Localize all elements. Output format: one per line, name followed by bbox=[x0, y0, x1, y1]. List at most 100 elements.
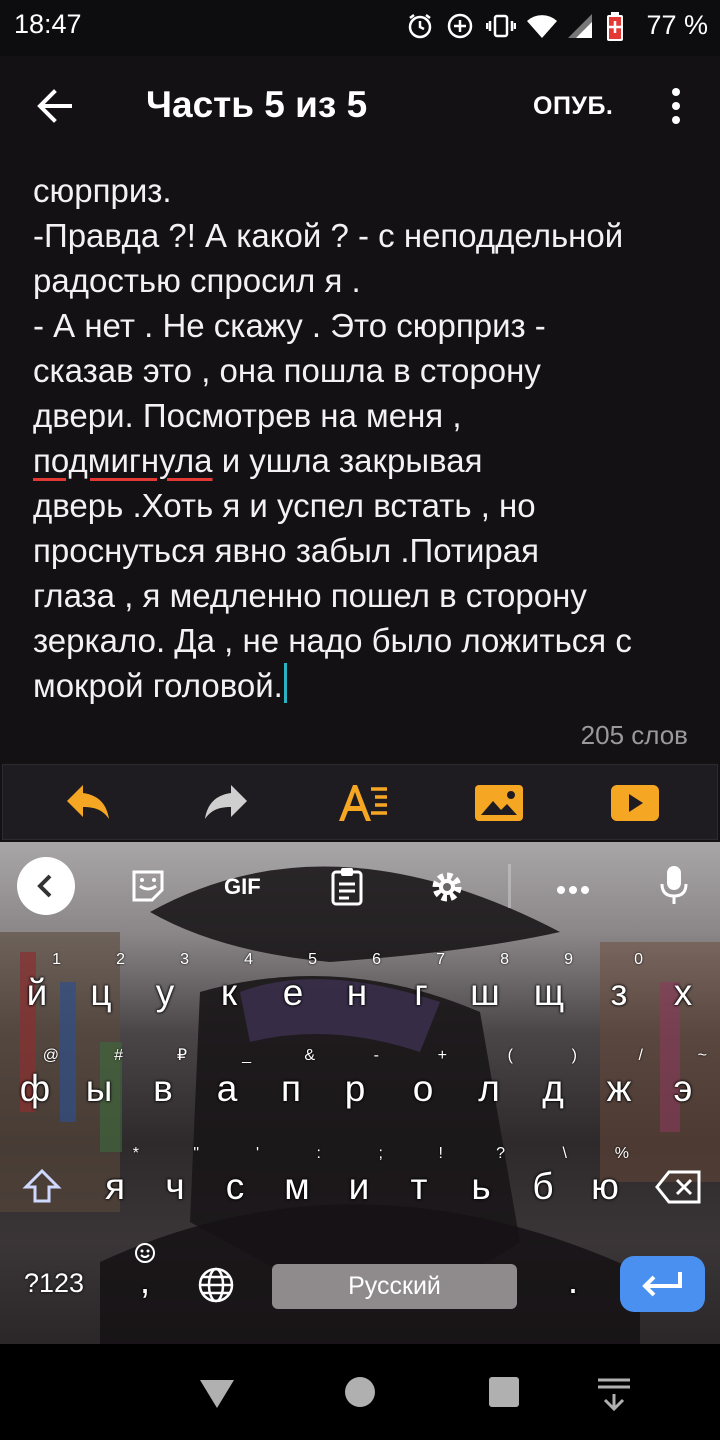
key-hint: ( bbox=[507, 1047, 513, 1064]
gif-button[interactable]: GIF bbox=[224, 874, 270, 934]
key[interactable]: ь? bbox=[449, 1145, 513, 1222]
key[interactable]: н6 bbox=[325, 951, 389, 1028]
voice-input-button[interactable] bbox=[660, 864, 688, 924]
key[interactable]: з0 bbox=[587, 951, 651, 1028]
key[interactable]: д) bbox=[521, 1047, 585, 1124]
language-key[interactable] bbox=[184, 1250, 248, 1320]
key-label: з bbox=[610, 972, 628, 1013]
key[interactable]: ю% bbox=[573, 1145, 637, 1222]
key-label: ш bbox=[470, 972, 500, 1013]
key[interactable]: у3 bbox=[133, 951, 197, 1028]
key-label: д bbox=[542, 1068, 564, 1109]
key-hint: ) bbox=[571, 1047, 577, 1064]
key-hint: ₽ bbox=[176, 1047, 187, 1064]
key[interactable]: э ~ bbox=[651, 1047, 715, 1124]
key[interactable]: щ9 bbox=[517, 951, 581, 1028]
key[interactable]: к4 bbox=[197, 951, 261, 1028]
insert-video-button[interactable] bbox=[609, 781, 661, 825]
shift-icon bbox=[22, 1168, 62, 1203]
status-time: 18:47 bbox=[14, 9, 82, 39]
key[interactable]: й1 bbox=[5, 951, 69, 1028]
key[interactable]: с ' bbox=[203, 1145, 267, 1222]
key[interactable]: г7 bbox=[389, 951, 453, 1028]
enter-key[interactable] bbox=[620, 1256, 705, 1312]
key-hint: - bbox=[373, 1047, 379, 1064]
keyboard-settings-button[interactable] bbox=[428, 868, 466, 928]
wifi-icon bbox=[526, 12, 558, 40]
key-label: а bbox=[216, 1068, 238, 1109]
undo-button[interactable] bbox=[65, 781, 113, 825]
key-hint: 7 bbox=[436, 951, 445, 968]
key-hint: ~ bbox=[697, 1047, 707, 1064]
key[interactable]: ы # bbox=[67, 1047, 131, 1124]
key-label: н bbox=[346, 972, 368, 1013]
key-hint: @ bbox=[42, 1047, 59, 1064]
period-key[interactable]: . bbox=[541, 1246, 605, 1316]
alarm-icon bbox=[406, 12, 434, 40]
redo-icon bbox=[205, 785, 247, 819]
chapter-text-editor[interactable]: ....... сюрприз. -Правда ?! А какой ? - … bbox=[0, 152, 720, 762]
key-label: п bbox=[280, 1068, 302, 1109]
key[interactable]: а _ bbox=[195, 1047, 259, 1124]
keyboard-row-1: й1 ц2 у3 к4 е5 н6 г7 ш8 щ9 з0 х bbox=[0, 951, 720, 1038]
more-button[interactable] bbox=[556, 882, 590, 942]
sticker-button[interactable] bbox=[130, 868, 166, 928]
hide-keyboard-icon[interactable] bbox=[598, 1378, 630, 1412]
dot bbox=[672, 116, 680, 124]
key-label: ц bbox=[90, 972, 112, 1013]
key[interactable]: я * bbox=[83, 1145, 147, 1222]
settings-icon bbox=[432, 872, 462, 902]
back-button[interactable] bbox=[30, 82, 82, 130]
keyboard-back-button[interactable] bbox=[16, 856, 76, 916]
text-line: проснуться явно забыл .Потирая bbox=[33, 532, 539, 569]
space-key[interactable]: Русский bbox=[272, 1264, 517, 1309]
back-icon bbox=[17, 857, 75, 915]
key-label: . bbox=[567, 1260, 579, 1301]
dot bbox=[672, 88, 680, 96]
key[interactable]: л( bbox=[457, 1047, 521, 1124]
text-format-button[interactable] bbox=[337, 781, 387, 825]
home-icon[interactable] bbox=[345, 1377, 375, 1407]
key-label: б bbox=[532, 1166, 554, 1207]
key[interactable]: ш8 bbox=[453, 951, 517, 1028]
key[interactable]: и; bbox=[327, 1145, 391, 1222]
key[interactable]: т! bbox=[387, 1145, 451, 1222]
key[interactable]: ж / bbox=[587, 1047, 651, 1124]
key[interactable]: о + bbox=[391, 1047, 455, 1124]
key-label: л bbox=[478, 1068, 500, 1109]
page-title: Часть 5 из 5 bbox=[146, 84, 368, 125]
key[interactable]: ц2 bbox=[69, 951, 133, 1028]
backspace-key[interactable] bbox=[646, 1152, 710, 1222]
text-line: дверь .Хоть я и успел встать , но bbox=[33, 487, 536, 524]
text-line: -Правда ?! А какой ? - с неподдельной bbox=[33, 217, 624, 254]
editor-text[interactable]: сюрприз. -Правда ?! А какой ? - с неподд… bbox=[33, 168, 703, 708]
key-label: у bbox=[155, 972, 175, 1013]
image-icon bbox=[475, 785, 523, 821]
key[interactable]: п & bbox=[259, 1047, 323, 1124]
redo-button[interactable] bbox=[201, 781, 249, 825]
key[interactable]: х bbox=[651, 958, 715, 1028]
clipboard-button[interactable] bbox=[330, 866, 364, 926]
key-label: к bbox=[220, 972, 238, 1013]
back-triangle-icon[interactable] bbox=[200, 1380, 234, 1408]
key-label: м bbox=[284, 1166, 310, 1207]
keyboard-row-3: я * ч " с ' м: и; т! ь? б \ ю% bbox=[0, 1145, 720, 1232]
misspelled-word[interactable]: подмигнула bbox=[33, 442, 213, 479]
text-line: глаза , я медленно пошел в сторону bbox=[33, 577, 587, 614]
publish-button[interactable]: ОПУБ. bbox=[533, 92, 613, 121]
key[interactable]: ч " bbox=[143, 1145, 207, 1222]
symbols-key[interactable]: ?123 bbox=[24, 1268, 84, 1299]
recents-icon[interactable] bbox=[489, 1377, 519, 1407]
key[interactable]: р- bbox=[323, 1047, 387, 1124]
key[interactable]: в ₽ bbox=[131, 1047, 195, 1124]
key[interactable]: м: bbox=[265, 1145, 329, 1222]
key-label: ч bbox=[165, 1166, 185, 1207]
insert-image-button[interactable] bbox=[473, 781, 525, 825]
shift-key[interactable] bbox=[10, 1152, 74, 1222]
comma-key[interactable]: , bbox=[113, 1243, 177, 1316]
key[interactable]: е5 bbox=[261, 951, 325, 1028]
key[interactable]: б \ bbox=[511, 1145, 575, 1222]
more-options-button[interactable] bbox=[660, 84, 692, 128]
app-bar: Часть 5 из 5 ОПУБ. bbox=[0, 56, 720, 152]
key[interactable]: ф @ bbox=[3, 1047, 67, 1124]
